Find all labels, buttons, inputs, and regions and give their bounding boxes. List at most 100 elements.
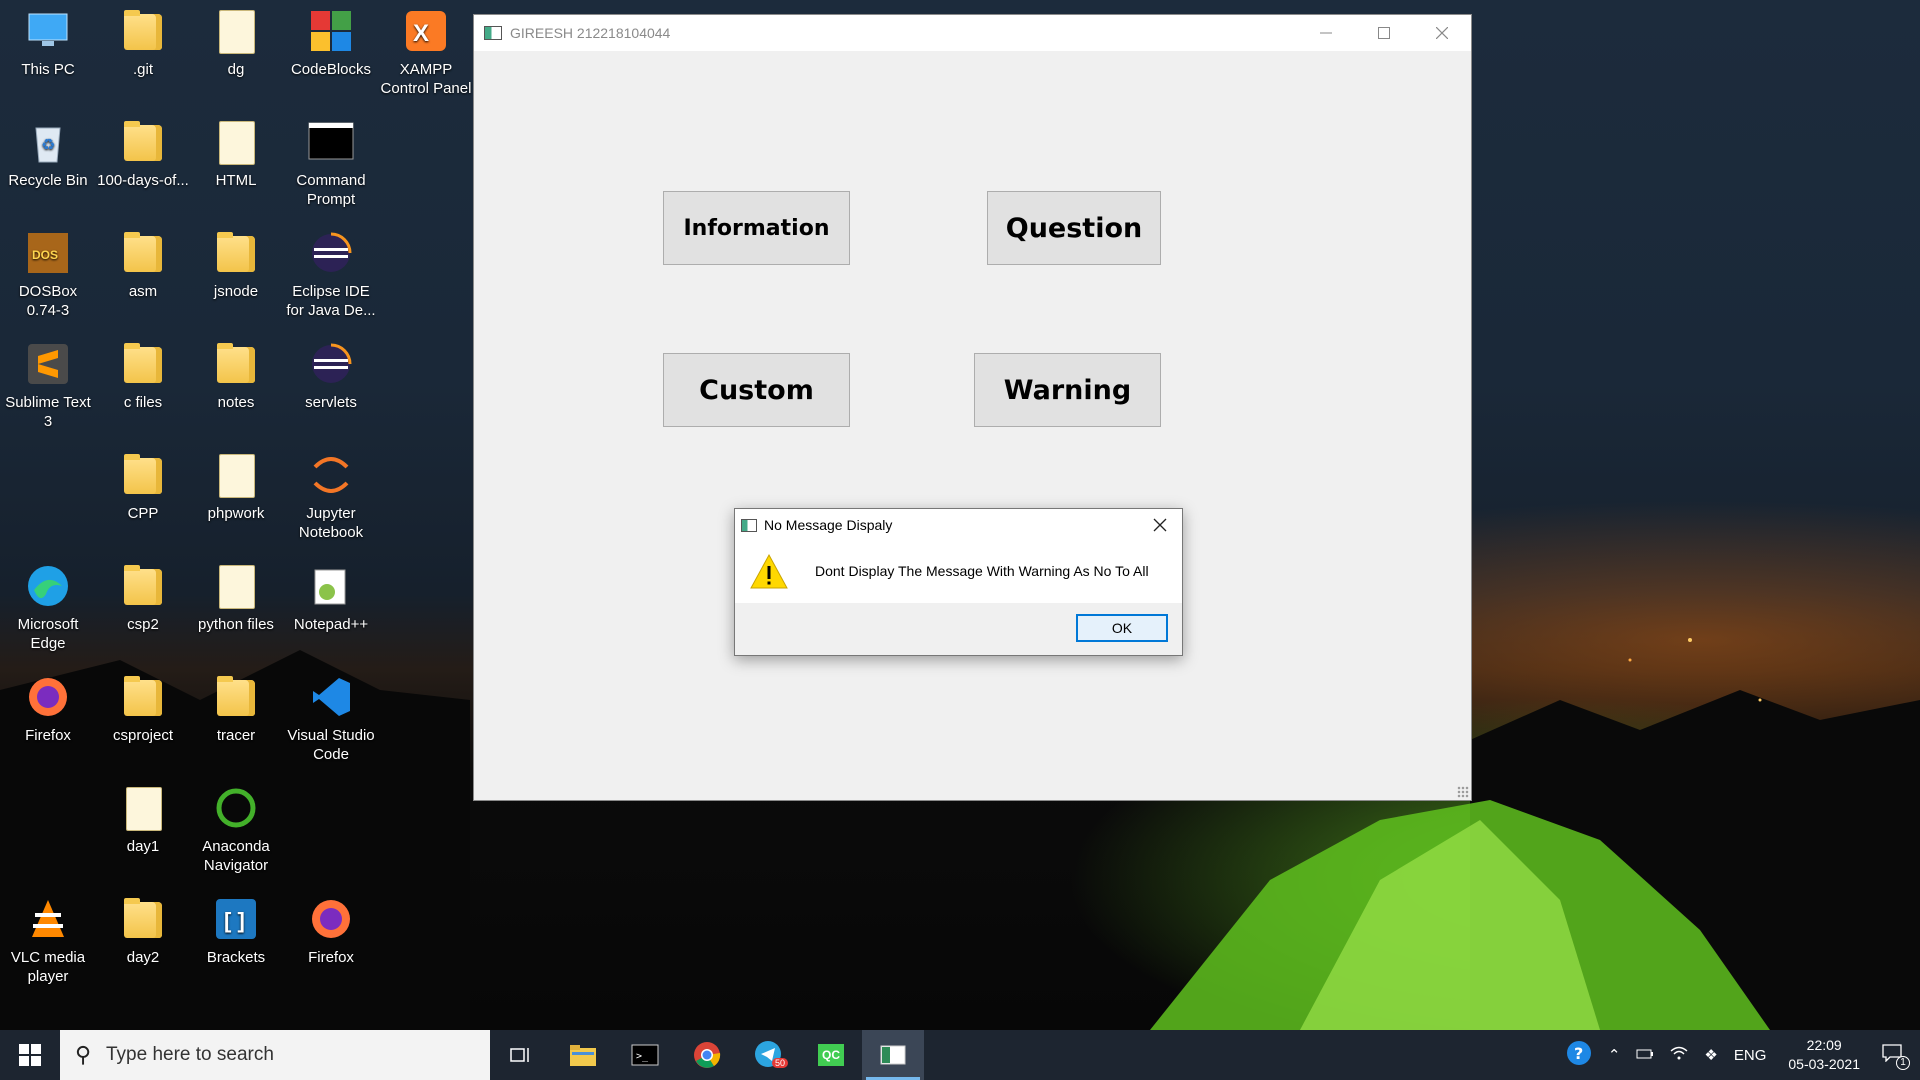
svg-text:♻: ♻ xyxy=(41,137,55,154)
task-view-icon xyxy=(510,1048,529,1062)
desktop-icon[interactable]: X XAMPP Control Panel xyxy=(380,6,472,98)
information-button[interactable]: Information xyxy=(663,191,850,265)
edge-icon xyxy=(23,561,73,611)
svg-text:DOS: DOS xyxy=(32,248,58,262)
desktop-icon[interactable]: day1 xyxy=(97,783,189,856)
desktop-icon[interactable]: day2 xyxy=(97,894,189,967)
desktop-icon-label: Command Prompt xyxy=(296,172,366,208)
folder-icon xyxy=(118,228,168,278)
warning-button[interactable]: Warning xyxy=(974,353,1161,427)
svg-text:?: ? xyxy=(1574,1044,1583,1063)
terminal-icon: >_ xyxy=(631,1044,659,1066)
folder-icon xyxy=(211,228,261,278)
desktop-icon[interactable]: dg xyxy=(190,6,282,79)
chrome-file-icon xyxy=(118,783,168,833)
minimize-button[interactable] xyxy=(1297,15,1355,51)
taskbar-qt-creator[interactable]: QC xyxy=(800,1030,862,1080)
custom-button[interactable]: Custom xyxy=(663,353,850,427)
desktop-icon[interactable]: ♻ Recycle Bin xyxy=(2,117,94,190)
chrome-file-icon xyxy=(211,117,261,167)
taskbar-chrome[interactable] xyxy=(676,1030,738,1080)
notification-center-icon[interactable]: 1 xyxy=(1874,1044,1920,1070)
question-button[interactable]: Question xyxy=(987,191,1161,265)
desktop-icon[interactable]: Command Prompt xyxy=(285,117,377,209)
desktop-icon[interactable]: Firefox xyxy=(285,894,377,967)
desktop-icon[interactable]: CPP xyxy=(97,450,189,523)
dosbox-icon: DOS xyxy=(23,228,73,278)
desktop-icon[interactable]: servlets xyxy=(285,339,377,412)
desktop-icon-label: notes xyxy=(217,394,255,411)
telegram-badge: 50 xyxy=(772,1058,789,1068)
taskbar-terminal[interactable]: >_ xyxy=(614,1030,676,1080)
desktop-icon[interactable]: CodeBlocks xyxy=(285,6,377,79)
task-view-button[interactable] xyxy=(490,1030,552,1080)
desktop-icon-label: This PC xyxy=(21,61,75,78)
desktop-icon-label: dg xyxy=(227,61,245,78)
desktop-icon[interactable]: csproject xyxy=(97,672,189,745)
taskbar-gireesh-app[interactable] xyxy=(862,1030,924,1080)
desktop-icon[interactable]: c files xyxy=(97,339,189,412)
clock[interactable]: 22:09 05-03-2021 xyxy=(1774,1036,1874,1074)
help-icon[interactable]: ? xyxy=(1558,1040,1600,1070)
desktop-icon-label: Firefox xyxy=(308,949,354,966)
resize-grip[interactable] xyxy=(1457,786,1469,798)
desktop-icon-label: csproject xyxy=(112,727,174,744)
desktop-icon[interactable]: This PC xyxy=(2,6,94,79)
system-tray: ? ⌃ ❖ ENG 22:09 05-03-2021 1 xyxy=(1558,1030,1920,1080)
taskbar-file-explorer[interactable] xyxy=(552,1030,614,1080)
dialog-title: No Message Dispaly xyxy=(764,517,893,533)
desktop-icon[interactable]: Eclipse IDE for Java De... xyxy=(285,228,377,320)
folder-icon xyxy=(118,117,168,167)
desktop-icon[interactable]: python files xyxy=(190,561,282,634)
taskbar-telegram[interactable]: 50 xyxy=(738,1030,800,1080)
desktop-icon[interactable]: HTML xyxy=(190,117,282,190)
language-indicator[interactable]: ENG xyxy=(1726,1047,1775,1064)
desktop-icon[interactable]: Sublime Text 3 xyxy=(2,339,94,431)
start-button[interactable] xyxy=(0,1030,60,1080)
desktop-icon[interactable]: DOS DOSBox 0.74-3 xyxy=(2,228,94,320)
desktop-icon[interactable]: Visual Studio Code xyxy=(285,672,377,764)
dialog-titlebar[interactable]: No Message Dispaly xyxy=(735,509,1182,541)
desktop-icon[interactable]: Jupyter Notebook xyxy=(285,450,377,542)
taskbar-search[interactable]: ⚲ Type here to search xyxy=(60,1030,490,1080)
app-titlebar[interactable]: GIREESH 212218104044 xyxy=(474,15,1471,51)
desktop-icon[interactable]: Notepad++ xyxy=(285,561,377,634)
close-icon xyxy=(1436,27,1448,39)
maximize-button[interactable] xyxy=(1355,15,1413,51)
xampp-icon: X xyxy=(401,6,451,56)
desktop-icon[interactable]: Firefox xyxy=(2,672,94,745)
desktop-icon[interactable]: asm xyxy=(97,228,189,301)
desktop-icon[interactable]: phpwork xyxy=(190,450,282,523)
svg-text:[ ]: [ ] xyxy=(224,908,245,933)
desktop-icon[interactable]: VLC media player xyxy=(2,894,94,986)
desktop-icon[interactable]: Anaconda Navigator xyxy=(190,783,282,875)
dialog-body: Dont Display The Message With Warning As… xyxy=(735,541,1182,603)
desktop-icon-label: asm xyxy=(128,283,158,300)
dropbox-icon[interactable]: ❖ xyxy=(1696,1046,1725,1064)
wifi-icon[interactable] xyxy=(1662,1046,1696,1064)
desktop-icon-label: day1 xyxy=(126,838,160,855)
windows-logo-icon xyxy=(19,1044,41,1066)
desktop-icon[interactable]: notes xyxy=(190,339,282,412)
close-button[interactable] xyxy=(1413,15,1471,51)
desktop-icon[interactable]: 100-days-of... xyxy=(97,117,189,190)
desktop-icon-label: Firefox xyxy=(25,727,71,744)
folder-icon xyxy=(118,339,168,389)
desktop-icon[interactable]: .git xyxy=(97,6,189,79)
dialog-close-button[interactable] xyxy=(1138,509,1182,541)
desktop-icon[interactable]: [ ] Brackets xyxy=(190,894,282,967)
desktop-icon-label: CPP xyxy=(127,505,159,522)
app-title: GIREESH 212218104044 xyxy=(510,25,671,41)
dialog-message: Dont Display The Message With Warning As… xyxy=(815,563,1149,579)
eclipse-icon xyxy=(306,228,356,278)
desktop-icon-label: Brackets xyxy=(206,949,266,966)
desktop-icon[interactable]: csp2 xyxy=(97,561,189,634)
desktop-icon[interactable]: jsnode xyxy=(190,228,282,301)
chevron-up-icon[interactable]: ⌃ xyxy=(1600,1046,1629,1064)
battery-icon[interactable] xyxy=(1628,1047,1662,1064)
desktop-icon[interactable]: Microsoft Edge xyxy=(2,561,94,653)
notification-count: 1 xyxy=(1896,1056,1910,1070)
file-icon xyxy=(211,450,261,500)
desktop-icon[interactable]: tracer xyxy=(190,672,282,745)
ok-button[interactable]: OK xyxy=(1076,614,1168,642)
